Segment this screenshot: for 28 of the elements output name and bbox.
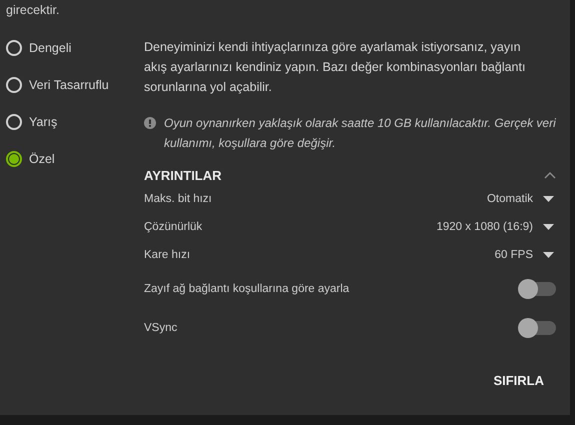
caret-icon — [543, 252, 554, 258]
setting-label: Zayıf ağ bağlantı koşullarına göre ayarla — [144, 282, 350, 294]
chevron-up-icon[interactable] — [544, 171, 556, 179]
dropdown[interactable]: 1920 x 1080 (16:9) — [436, 221, 556, 233]
dropdown[interactable]: 60 FPS — [494, 249, 556, 261]
radio-option[interactable]: Dengeli — [6, 37, 140, 58]
radio-button[interactable] — [6, 76, 22, 92]
radio-option[interactable]: Özel — [6, 148, 140, 169]
radio-button[interactable] — [6, 150, 22, 166]
notice-text: Oyun oynanırken yaklaşık olarak saatte 10 GB kullanılacaktır. Gerçek veri kullanımı, koşullara göre değişir. — [164, 115, 556, 152]
radio-button[interactable] — [6, 40, 22, 56]
setting-label: Maks. bit hızı — [144, 193, 212, 205]
section-title: AYRINTILAR — [144, 168, 222, 182]
toggle-switch[interactable] — [518, 318, 556, 338]
caret-icon — [543, 224, 554, 230]
caret-icon — [543, 196, 554, 202]
description-text: Deneyiminizi kendi ihtiyaçlarınıza göre ayarlamak istiyorsanız, yayın akış ayarlarınızı kendiniz yapın. Bazı değer kombinasyonları bağlantı sorunlarına yol açabilir. — [144, 39, 526, 96]
setting-label: Çözünürlük — [144, 221, 202, 233]
toggle-switch[interactable] — [518, 278, 556, 298]
dropdown[interactable]: Otomatik — [486, 193, 556, 205]
intro-text: girecektir. — [6, 2, 60, 19]
setting-label: Kare hızı — [144, 249, 190, 261]
radio-option[interactable]: Yarış — [6, 111, 140, 132]
radio-button[interactable] — [6, 114, 22, 130]
warning-icon — [144, 117, 156, 129]
radio-option[interactable]: Veri Tasarruflu — [6, 74, 140, 95]
reset-button[interactable]: SIFIRLA — [481, 369, 556, 392]
setting-label: VSync — [144, 322, 178, 334]
